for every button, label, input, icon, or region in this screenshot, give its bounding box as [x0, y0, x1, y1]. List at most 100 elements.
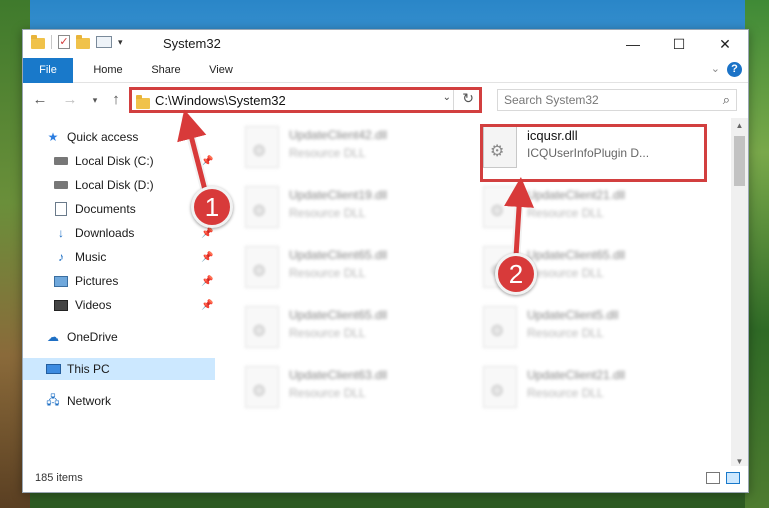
new-folder-icon[interactable]: [76, 34, 90, 49]
file-type: Resource DLL: [289, 326, 366, 340]
address-row: ← → ▾ ↑ C:\Windows\System32 ⌄ ↻ Search S…: [23, 84, 748, 118]
list-item[interactable]: UpdateClient19.dll Resource DLL: [231, 182, 461, 238]
address-dropdown-chevron-icon[interactable]: ⌄: [443, 92, 451, 103]
tab-file[interactable]: File: [23, 58, 73, 83]
dll-file-icon: [483, 366, 517, 408]
customize-toolbar-chevron-icon[interactable]: ▾: [118, 37, 123, 48]
address-path[interactable]: C:\Windows\System32: [155, 93, 286, 108]
sidebar-item-downloads[interactable]: ↓ Downloads 📌: [23, 222, 215, 244]
sidebar-item-videos[interactable]: Videos 📌: [23, 294, 215, 316]
pin-icon: 📌: [201, 275, 214, 287]
computer-icon: [45, 364, 61, 374]
list-item[interactable]: UpdateClient5.dll Resource DLL: [469, 302, 699, 358]
expand-ribbon-chevron-icon[interactable]: ⌄: [711, 62, 720, 75]
drive-icon: [54, 181, 68, 189]
refresh-icon[interactable]: ↻: [462, 90, 474, 107]
dll-file-icon: [245, 366, 279, 408]
large-icons-view-icon[interactable]: [726, 472, 740, 484]
pin-icon: 📌: [201, 251, 214, 263]
file-type: Resource DLL: [289, 386, 366, 400]
list-item[interactable]: UpdateClient21.dll Resource DLL: [469, 182, 699, 238]
back-button[interactable]: ←: [31, 91, 49, 109]
file-type: Resource DLL: [289, 206, 366, 220]
forward-button[interactable]: →: [61, 91, 79, 109]
minimize-button[interactable]: —: [610, 30, 656, 58]
properties-check-icon[interactable]: ✓: [58, 35, 70, 49]
help-icon[interactable]: ?: [727, 62, 742, 77]
list-item[interactable]: UpdateClient21.dll Resource DLL: [469, 362, 699, 418]
scrollbar-thumb[interactable]: [734, 136, 745, 186]
sidebar-item-label: Downloads: [75, 226, 135, 240]
sidebar-item-label: Documents: [75, 202, 136, 216]
pin-icon: 📌: [201, 227, 214, 239]
network-icon: 🖧: [46, 392, 60, 407]
sidebar-item-this-pc[interactable]: This PC: [23, 358, 215, 380]
file-name: UpdateClient42.dll: [289, 128, 388, 142]
file-type: Resource DLL: [289, 266, 366, 280]
file-type: Resource DLL: [527, 386, 604, 400]
file-name: UpdateClient63.dll: [289, 368, 388, 382]
status-bar: 185 items: [23, 466, 748, 492]
window-controls: — ☐ ✕: [610, 30, 748, 58]
up-button[interactable]: ↑: [107, 91, 125, 109]
sidebar-item-label: Music: [75, 250, 107, 264]
toolbar-divider: [51, 35, 52, 49]
sidebar-item-label: This PC: [67, 362, 110, 376]
file-highlight-box: [480, 124, 707, 182]
drive-icon: [54, 157, 68, 165]
file-type: Resource DLL: [527, 326, 604, 340]
file-type: Resource DLL: [527, 266, 604, 280]
sidebar-item-documents[interactable]: Documents 📌: [23, 198, 215, 220]
recent-locations-chevron-icon[interactable]: ▾: [86, 91, 104, 109]
dll-file-icon: [483, 186, 517, 228]
search-input[interactable]: Search System32 ⌕: [497, 89, 737, 111]
sidebar-item-label: Pictures: [75, 274, 119, 288]
view-properties-icon[interactable]: [96, 36, 112, 48]
sidebar-item-local-disk-d[interactable]: Local Disk (D:): [23, 174, 215, 196]
sidebar-item-label: Local Disk (C:): [75, 154, 154, 168]
title-bar: ✓ ▾ System32 — ☐ ✕: [23, 30, 748, 58]
close-button[interactable]: ✕: [702, 30, 748, 58]
scroll-up-icon[interactable]: ▲: [731, 118, 748, 134]
tab-view[interactable]: View: [199, 58, 243, 83]
file-name: UpdateClient65.dll: [289, 248, 388, 262]
window-title: System32: [163, 36, 221, 51]
file-name: UpdateClient19.dll: [289, 188, 388, 202]
sidebar-item-music[interactable]: ♪ Music 📌: [23, 246, 215, 268]
file-name: UpdateClient21.dll: [527, 188, 626, 202]
ribbon-tabs: File Home Share View ⌄ ?: [23, 58, 748, 83]
sidebar-item-pictures[interactable]: Pictures 📌: [23, 270, 215, 292]
tab-home[interactable]: Home: [85, 58, 131, 83]
star-icon: ★: [47, 130, 59, 144]
file-name: UpdateClient5.dll: [527, 308, 619, 322]
list-item[interactable]: UpdateClient65.dll Resource DLL: [231, 242, 461, 298]
maximize-button[interactable]: ☐: [656, 30, 702, 58]
details-view-icon[interactable]: [706, 472, 720, 484]
sidebar-item-label: Videos: [75, 298, 112, 312]
sidebar-item-network[interactable]: 🖧 Network: [23, 390, 215, 412]
search-icon[interactable]: ⌕: [723, 92, 730, 108]
list-item[interactable]: UpdateClient42.dll Resource DLL: [231, 122, 461, 178]
file-name: UpdateClient65.dll: [527, 248, 626, 262]
sidebar-item-onedrive[interactable]: ☁ OneDrive: [23, 326, 215, 348]
file-explorer-window: ✓ ▾ System32 — ☐ ✕ File Home Share View …: [22, 29, 749, 493]
sidebar-item-quick-access[interactable]: ★ Quick access: [23, 126, 215, 148]
item-count: 185 items: [35, 472, 83, 484]
sidebar-item-local-disk-c[interactable]: Local Disk (C:) 📌: [23, 150, 215, 172]
quick-access-toolbar: ✓ ▾: [31, 34, 123, 49]
list-item[interactable]: UpdateClient65.dll Resource DLL: [231, 302, 461, 358]
address-folder-icon: [136, 95, 150, 109]
address-bar[interactable]: C:\Windows\System32 ⌄ ↻: [129, 87, 482, 113]
music-icon: ♪: [58, 250, 64, 264]
vertical-scrollbar[interactable]: ▲ ▼: [731, 118, 748, 470]
file-type: Resource DLL: [289, 146, 366, 160]
pin-icon: 📌: [201, 155, 214, 167]
sidebar-item-label: Local Disk (D:): [75, 178, 154, 192]
callout-step-1: 1: [191, 186, 233, 228]
tab-share[interactable]: Share: [143, 58, 189, 83]
videos-icon: [54, 299, 68, 311]
documents-icon: [55, 202, 67, 216]
sidebar-item-label: Network: [67, 394, 112, 408]
list-item[interactable]: UpdateClient63.dll Resource DLL: [231, 362, 461, 418]
sidebar-item-label: OneDrive: [67, 330, 118, 344]
